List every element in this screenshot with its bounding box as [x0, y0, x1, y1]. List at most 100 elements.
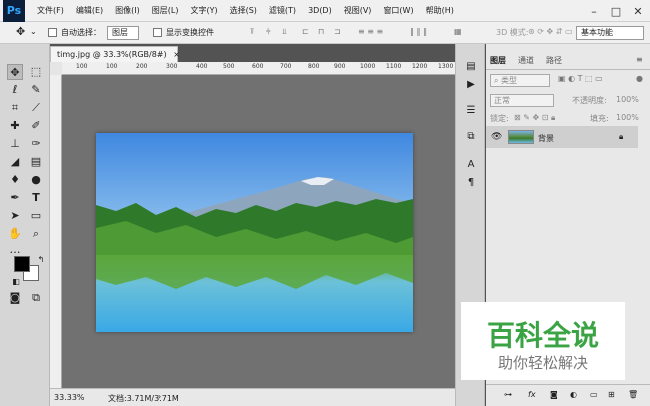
lock-icons[interactable]: ⊠ ✎ ✥ ⊡ 🔒︎ [514, 113, 555, 123]
opacity-value[interactable]: 100% [616, 95, 639, 104]
move-tool-icon[interactable]: ✥ [7, 64, 23, 80]
ruler-corner [50, 62, 62, 75]
show-transform-checkbox[interactable] [153, 28, 162, 37]
clone-stamp-icon[interactable]: ⊥ [7, 136, 23, 152]
landscape-image [96, 133, 413, 332]
quick-mask-icon[interactable]: ◙ [7, 290, 23, 306]
minimize-icon[interactable]: – [584, 0, 604, 22]
menu-3d[interactable]: 3D(D) [308, 6, 332, 15]
chevron-down-icon[interactable]: ⌄ [30, 27, 37, 36]
fx-icon[interactable]: fx [528, 390, 536, 399]
align-bottom-icon[interactable]: ⫫ [282, 27, 287, 37]
panel-menu-icon[interactable]: ≡ [636, 55, 643, 64]
new-group-icon[interactable]: ▭ [590, 390, 598, 399]
menu-view[interactable]: 视图(V) [344, 5, 372, 16]
layer-name: 背景 [538, 134, 554, 143]
adjustment-layer-icon[interactable]: ◐ [570, 390, 577, 399]
landscape-photo[interactable] [96, 133, 413, 332]
delete-layer-icon[interactable]: 🗑︎ [628, 390, 638, 399]
align-hcenter-icon[interactable]: ⊓ [318, 27, 324, 36]
zoom-tool-icon[interactable]: ⌕ [28, 226, 44, 242]
info-arrow-icon[interactable]: › [158, 392, 161, 401]
properties-panel-icon[interactable]: ☰ [464, 104, 478, 118]
default-colors-icon[interactable]: ◧ [8, 274, 24, 290]
filter-icons[interactable]: ▣ ◐ T ⬚ ▭ [558, 74, 603, 83]
new-layer-icon[interactable]: ⊞ [608, 390, 615, 399]
blur-tool-icon[interactable]: ♦ [7, 172, 23, 188]
lasso-tool-icon[interactable]: ℓ [7, 82, 23, 98]
zoom-level[interactable]: 33.33% [54, 393, 85, 402]
auto-align-icon[interactable]: ▦ [454, 27, 462, 36]
auto-select-checkbox[interactable] [48, 28, 57, 37]
healing-brush-icon[interactable]: ✚ [7, 118, 23, 134]
clone-source-icon[interactable]: ⧉ [464, 130, 478, 144]
tab-layers[interactable]: 图层 [490, 55, 506, 66]
filter-toggle-icon[interactable]: ● [636, 74, 643, 83]
ruler-tick: 1200 [412, 63, 428, 70]
kind-filter-label: 类型 [501, 76, 518, 85]
rectangle-tool-icon[interactable]: ▭ [28, 208, 44, 224]
fill-label: 填充: [590, 114, 609, 123]
menu-select[interactable]: 选择(S) [230, 5, 257, 16]
eyedropper-tool-icon[interactable]: ⟋ [28, 100, 44, 116]
menu-type[interactable]: 文字(Y) [190, 5, 217, 16]
swap-colors-icon[interactable]: ↰ [33, 252, 49, 268]
close-icon[interactable]: ✕ [628, 0, 648, 22]
eraser-tool-icon[interactable]: ◢ [7, 154, 23, 170]
workspace-dropdown[interactable]: 基本功能 [576, 26, 644, 40]
history-panel-icon[interactable]: ▤ [464, 60, 478, 74]
watermark-subtitle: 助你轻松解决 [497, 354, 588, 372]
horizontal-ruler: 100 100 200 300 400 500 600 700 800 900 … [62, 62, 455, 75]
blend-row: 正常 不透明度: 100% [490, 94, 646, 112]
menu-filter[interactable]: 滤镜(T) [269, 5, 296, 16]
layers-panel-footer: ⊶ fx ◙ ◐ ▭ ⊞ 🗑︎ [486, 384, 650, 406]
menu-file[interactable]: 文件(F) [37, 5, 64, 16]
type-tool-icon[interactable]: T [28, 190, 44, 206]
actions-panel-icon[interactable]: ▶ [464, 78, 478, 92]
path-select-icon[interactable]: ➤ [7, 208, 23, 224]
ruler-tick: 100 [106, 63, 118, 70]
brush-tool-icon[interactable]: ✐ [28, 118, 44, 134]
link-layers-icon[interactable]: ⊶ [504, 390, 512, 399]
menu-image[interactable]: 图像(I) [115, 5, 140, 16]
tab-paths[interactable]: 路径 [546, 55, 562, 66]
fill-value[interactable]: 100% [616, 113, 639, 122]
align-top-icon[interactable]: ⫪ [250, 27, 255, 37]
add-mask-icon[interactable]: ◙ [550, 390, 558, 399]
menu-window[interactable]: 窗口(W) [383, 5, 413, 16]
menu-layer[interactable]: 图层(L) [152, 5, 179, 16]
paragraph-panel-icon[interactable]: ¶ [464, 176, 478, 190]
auto-select-label: 自动选择： [61, 28, 101, 37]
layer-thumbnail [508, 130, 534, 144]
marquee-tool-icon[interactable]: ⬚ [28, 64, 44, 80]
3d-mode-icons[interactable]: ⊛ ⟳ ✥ ⇵ ▭ [528, 27, 573, 36]
hand-tool-icon[interactable]: ✋ [7, 226, 23, 242]
document-tab[interactable]: timg.jpg @ 33.3%(RGB/8#) × [50, 46, 180, 62]
pen-tool-icon[interactable]: ✒ [7, 190, 23, 206]
align-right-icon[interactable]: ⊐ [334, 27, 341, 36]
dodge-tool-icon[interactable]: ● [28, 172, 44, 188]
tab-channels[interactable]: 通道 [518, 55, 534, 66]
quick-select-tool-icon[interactable]: ✎ [28, 82, 44, 98]
crop-tool-icon[interactable]: ⌗ [7, 100, 23, 116]
foreground-color-swatch[interactable] [14, 256, 30, 272]
gradient-tool-icon[interactable]: ▤ [28, 154, 44, 170]
move-tool-icon[interactable]: ✥ [16, 25, 25, 38]
maximize-icon[interactable]: □ [606, 0, 626, 22]
close-tab-icon[interactable]: × [173, 50, 180, 59]
menu-help[interactable]: 帮助(H) [426, 5, 454, 16]
screen-mode-icon[interactable]: ⧉ [28, 290, 44, 306]
align-vcenter-icon[interactable]: ⫩ [266, 27, 271, 37]
align-left-icon[interactable]: ⊏ [302, 27, 309, 36]
character-panel-icon[interactable]: A [464, 158, 478, 172]
blend-mode-dropdown[interactable]: 正常 [490, 94, 554, 107]
kind-filter-dropdown[interactable]: ⌕ 类型 [490, 74, 550, 87]
auto-select-dropdown[interactable]: 图层 [107, 26, 139, 40]
history-brush-icon[interactable]: ✑ [28, 136, 44, 152]
ruler-tick: 800 [308, 63, 320, 70]
distribute-icon[interactable]: ≡ ≡ ≡ [358, 27, 383, 36]
menu-edit[interactable]: 编辑(E) [76, 5, 103, 16]
distribute-h-icon[interactable]: ‖ ‖ ‖ [410, 27, 427, 36]
eye-icon[interactable]: 👁︎ [491, 132, 502, 142]
lock-label: 锁定: [490, 114, 509, 123]
